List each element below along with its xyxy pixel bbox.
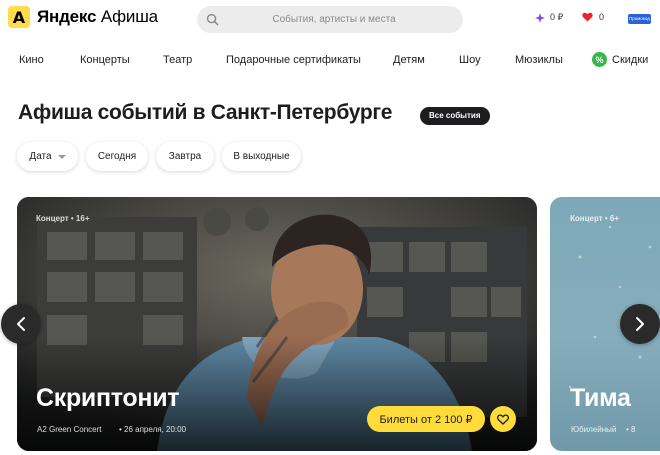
category-nav: Кино Концерты Театр Подарочные сертифика… (0, 48, 660, 74)
favorites-value: 0 (599, 12, 605, 22)
event-venue-2: Юбилейный (571, 425, 617, 434)
favorites-counter[interactable]: 0 (582, 12, 604, 22)
event-venue: A2 Green Concert (37, 425, 102, 434)
chevron-down-icon (57, 154, 66, 159)
event-card-featured[interactable]: Концерт • 16+ Скриптонит A2 Green Concer… (17, 197, 537, 451)
chevron-left-icon (17, 317, 25, 331)
tomorrow-filter[interactable]: Завтра (156, 142, 214, 171)
heart-icon (582, 12, 593, 22)
nav-item-kids[interactable]: Детям (393, 54, 425, 66)
promo-code-button[interactable]: Промокод (628, 14, 651, 24)
points-value: 0 ₽ (550, 12, 564, 22)
discount-icon: % (592, 52, 607, 67)
chevron-right-icon (636, 317, 644, 331)
add-to-favorites-button[interactable] (490, 406, 516, 432)
search-placeholder: События, артисты и места (272, 14, 396, 25)
date-filter-label: Дата (29, 151, 52, 162)
nav-item-discounts[interactable]: % Скидки (592, 52, 648, 67)
nav-item-concerts[interactable]: Концерты (80, 54, 130, 66)
logo[interactable]: A Яндекс Афиша (8, 6, 158, 28)
carousel-prev-button[interactable] (1, 304, 41, 344)
discount-label: Скидки (612, 53, 649, 66)
all-events-button[interactable]: Все события (420, 107, 490, 125)
event-title[interactable]: Скриптонит (36, 384, 180, 413)
event-date: • 26 апреля, 20:00 (119, 425, 187, 434)
today-filter[interactable]: Сегодня (86, 142, 148, 171)
event-date-value: 26 апреля, 20:00 (124, 425, 187, 434)
carousel-next-button[interactable] (620, 304, 660, 344)
header: A Яндекс Афиша События, артисты и места … (0, 0, 660, 40)
nav-item-cinema[interactable]: Кино (19, 54, 44, 66)
event-date-2-value: 8 (631, 425, 636, 434)
nav-item-musicals[interactable]: Мюзиклы (515, 54, 563, 66)
logo-brand: Яндекс (37, 7, 97, 26)
event-date-2: • 8 (626, 425, 636, 434)
event-tag-2: Концерт • 6+ (570, 214, 620, 223)
heart-outline-icon (497, 413, 509, 425)
weekend-filter[interactable]: В выходные (222, 142, 301, 171)
search-icon (206, 13, 219, 26)
logo-product: Афиша (100, 7, 158, 26)
points-balance[interactable]: 0 ₽ (535, 12, 563, 23)
page-title: Афиша событий в Санкт-Петербурге (18, 101, 393, 124)
search-input[interactable]: События, артисты и места (197, 6, 463, 33)
nav-item-gift-certificates[interactable]: Подарочные сертификаты (226, 54, 361, 66)
nav-item-theatre[interactable]: Театр (163, 54, 192, 66)
plus-points-icon (535, 12, 545, 23)
buy-tickets-button[interactable]: Билеты от 2 100 ₽ (367, 406, 485, 432)
nav-item-show[interactable]: Шоу (459, 54, 481, 66)
logo-text: Яндекс Афиша (37, 7, 158, 27)
event-title-2[interactable]: Тима (570, 384, 631, 413)
event-tag: Концерт • 16+ (36, 214, 90, 223)
afisha-logo-icon: A (8, 6, 30, 28)
date-filter[interactable]: Дата (17, 142, 78, 171)
